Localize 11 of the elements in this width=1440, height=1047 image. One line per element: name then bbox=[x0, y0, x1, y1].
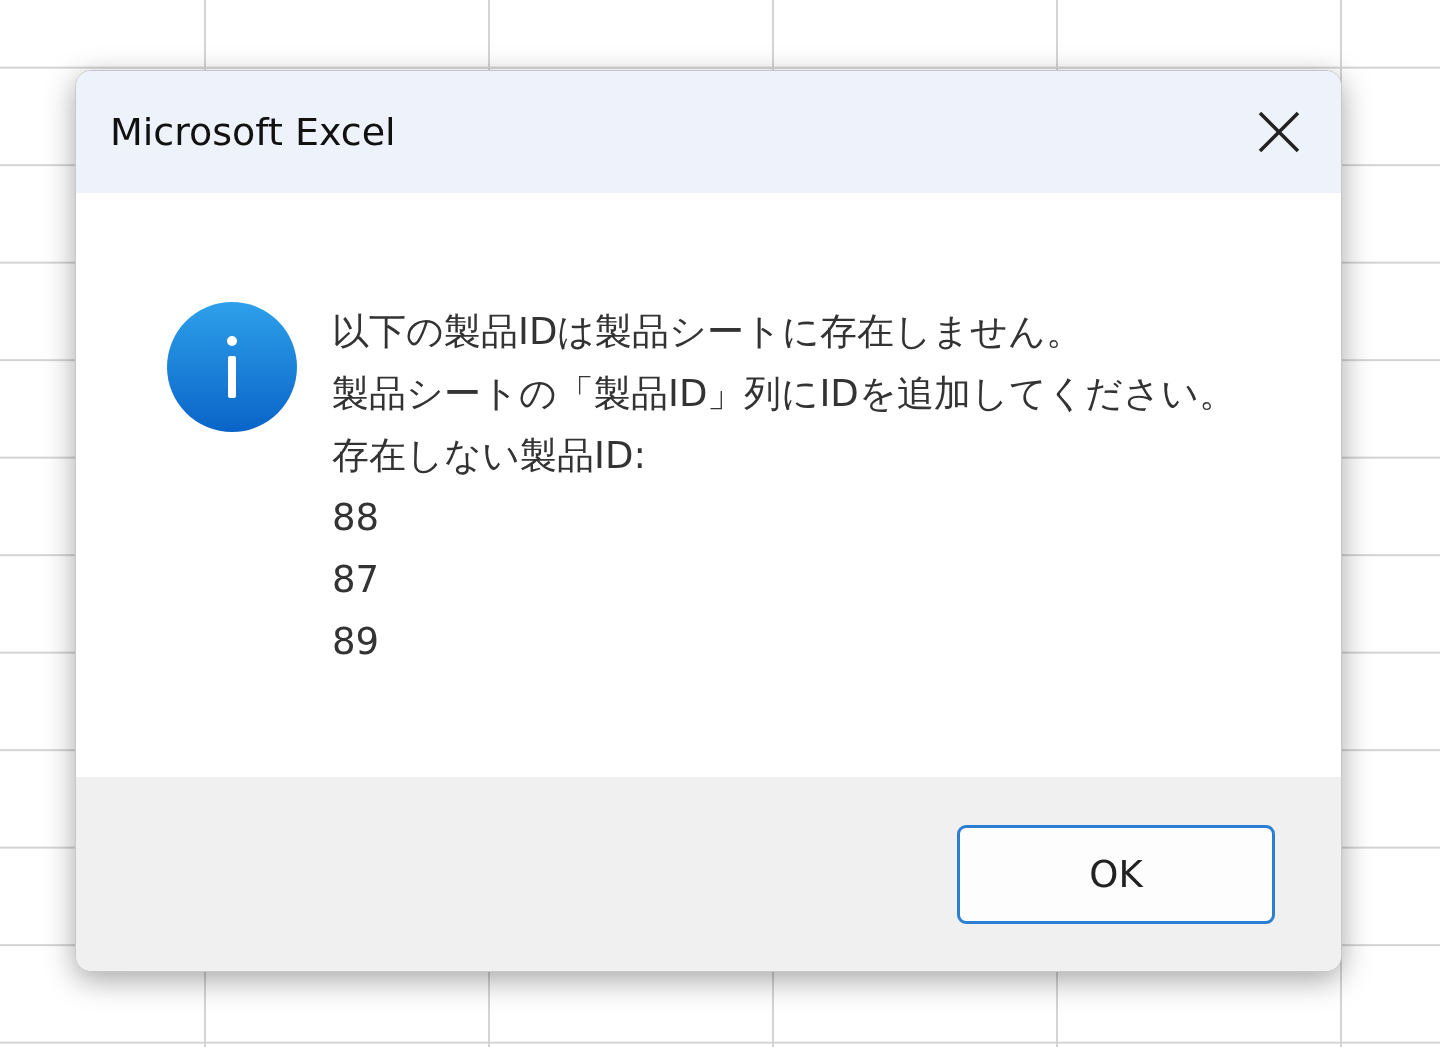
message-text: 以下の製品IDは製品シートに存在しません。 bbox=[332, 309, 1085, 355]
close-button[interactable] bbox=[1257, 110, 1301, 154]
message-text: 存在しない製品ID: bbox=[332, 433, 647, 479]
ok-button[interactable]: OK bbox=[957, 824, 1275, 924]
message-text: 88 bbox=[332, 495, 381, 541]
message-text: 87 bbox=[332, 557, 381, 603]
info-icon bbox=[166, 301, 298, 433]
message-text: 製品シートの「製品ID」列にIDを追加してください。 bbox=[332, 371, 1236, 417]
close-icon bbox=[1257, 110, 1301, 154]
message-text: 89 bbox=[332, 619, 381, 665]
window-title: Microsoft Excel bbox=[110, 110, 396, 154]
